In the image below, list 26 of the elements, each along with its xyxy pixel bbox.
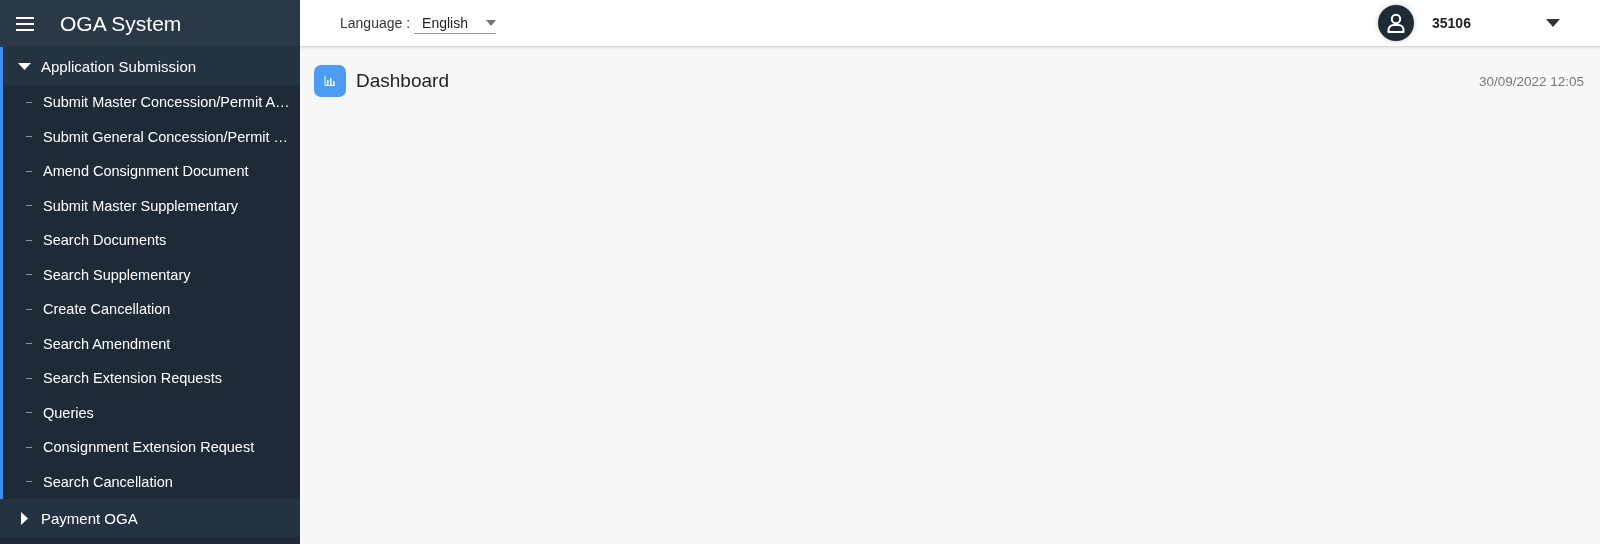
sidebar-item[interactable]: Search Extension Requests [3, 361, 300, 396]
caret-right-icon [18, 511, 31, 525]
sidebar-item[interactable]: Submit Master Concession/Permit A… [3, 85, 300, 120]
sidebar-item[interactable]: Search Cancellation [3, 464, 300, 499]
menu-button[interactable] [16, 16, 34, 31]
user-avatar-icon[interactable] [1378, 5, 1414, 41]
sidebar-item[interactable]: Submit General Concession/Permit … [3, 119, 300, 154]
sidebar-item[interactable]: Submit Master Supplementary [3, 188, 300, 223]
timestamp: 30/09/2022 12:05 [1478, 73, 1584, 89]
page-title: Dashboard [356, 70, 449, 92]
language-label: Language : [340, 15, 411, 31]
sidebar-item[interactable]: Queries [3, 395, 300, 430]
sidebar-item[interactable]: Amend Consignment Document [3, 154, 300, 189]
sidebar-item[interactable]: Search Documents [3, 223, 300, 258]
language-select[interactable]: English [414, 12, 497, 34]
sidebar-item[interactable]: Create Cancellation [3, 292, 300, 327]
app-title: OGA System [60, 11, 182, 36]
bar-chart-icon [314, 65, 346, 97]
caret-down-icon [486, 19, 497, 26]
sidebar-group[interactable]: Payment OGA [0, 499, 300, 537]
caret-down-icon[interactable] [1546, 19, 1560, 27]
sidebar-group[interactable]: Application Submission [3, 47, 300, 85]
user-name: 35106 [1432, 15, 1472, 31]
sidebar-item[interactable]: Search Amendment [3, 326, 300, 361]
sidebar-item[interactable]: Search Supplementary [3, 257, 300, 292]
sidebar-item[interactable]: Consignment Extension Request [3, 430, 300, 465]
